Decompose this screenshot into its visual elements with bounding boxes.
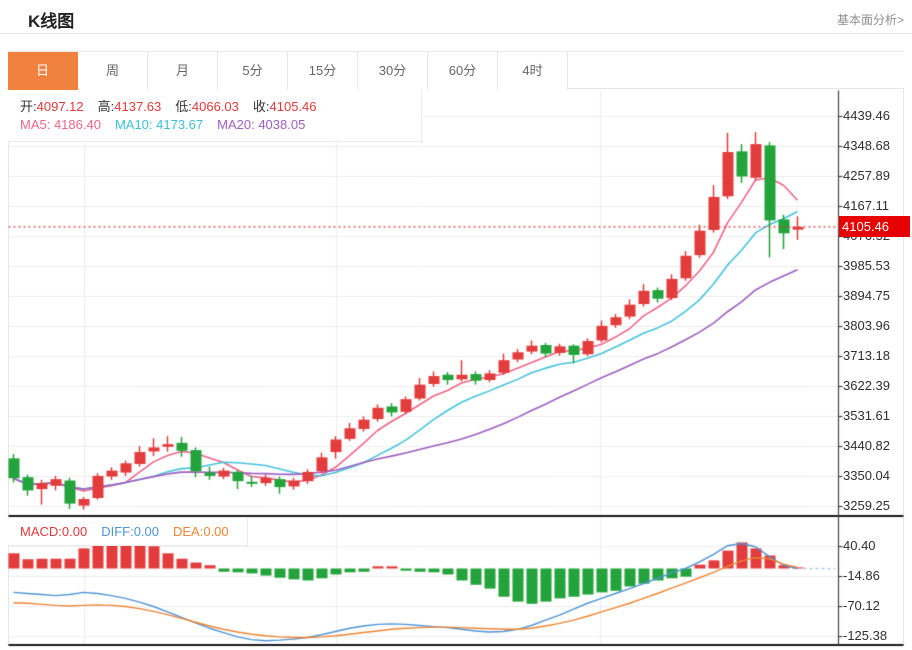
y-axis-tick-label: 4348.68 — [843, 138, 907, 153]
tab-周[interactable]: 周 — [78, 52, 148, 90]
ohlc-item: 低:4066.03 — [175, 99, 239, 114]
y-axis-tick-label: 3531.61 — [843, 408, 907, 423]
y-axis-tick-label: 4167.11 — [843, 198, 907, 213]
y-axis-tick-label: -14.86 — [843, 568, 907, 583]
ohlc-info-box: 开:4097.12 高:4137.63 低:4066.03 收:4105.46 MA5… — [8, 90, 422, 142]
ma-item: MA5: 4186.40 — [20, 117, 101, 132]
y-axis-tick-label: 3350.04 — [843, 468, 907, 483]
ohlc-item: 高:4137.63 — [98, 99, 162, 114]
y-axis-tick-label: 3622.39 — [843, 378, 907, 393]
ma-values-row: MA5: 4186.40 MA10: 4173.67 MA20: 4038.05 — [20, 117, 319, 132]
tab-15分[interactable]: 15分 — [288, 52, 358, 90]
y-axis-tick-label: 4257.89 — [843, 168, 907, 183]
y-axis-tick-label: 3440.82 — [843, 438, 907, 453]
ohlc-item: 收:4105.46 — [253, 99, 317, 114]
tab-60分[interactable]: 60分 — [428, 52, 498, 90]
ohlc-item: 开:4097.12 — [20, 99, 84, 114]
macd-legend-item: MACD:0.00 — [20, 524, 87, 539]
macd-legend: MACD:0.00 DIFF:0.00 DEA:0.00 — [8, 518, 248, 546]
period-tab-bar: 日周月5分15分30分60分4时 — [8, 51, 904, 89]
ohlc-row: 开:4097.12 高:4137.63 低:4066.03 收:4105.46 — [20, 96, 331, 115]
macd-legend-item: DIFF:0.00 — [101, 524, 159, 539]
tab-4时[interactable]: 4时 — [498, 52, 568, 90]
y-axis-tick-label: 3803.96 — [843, 318, 907, 333]
y-axis-tick-label: -125.38 — [843, 628, 907, 643]
last-price-badge: 4105.46 — [839, 216, 910, 237]
tab-5分[interactable]: 5分 — [218, 52, 288, 90]
y-axis-tick-label: 3985.53 — [843, 258, 907, 273]
ma-item: MA20: 4038.05 — [217, 117, 305, 132]
tab-日[interactable]: 日 — [8, 52, 78, 90]
tab-月[interactable]: 月 — [148, 52, 218, 90]
kline-app: K线图 基本面分析> 日周月5分15分30分60分4时 开:4097.12高:4… — [0, 0, 912, 650]
y-axis-tick-label: 3713.18 — [843, 348, 907, 363]
y-axis-tick-label: 3259.25 — [843, 498, 907, 513]
y-axis-tick-label: 3894.75 — [843, 288, 907, 303]
tab-30分[interactable]: 30分 — [358, 52, 428, 90]
y-axis-tick-label: -70.12 — [843, 598, 907, 613]
y-axis-tick-label: 4439.46 — [843, 108, 907, 123]
macd-legend-item: DEA:0.00 — [173, 524, 229, 539]
ma-item: MA10: 4173.67 — [115, 117, 203, 132]
y-axis-tick-label: 40.40 — [843, 538, 907, 553]
